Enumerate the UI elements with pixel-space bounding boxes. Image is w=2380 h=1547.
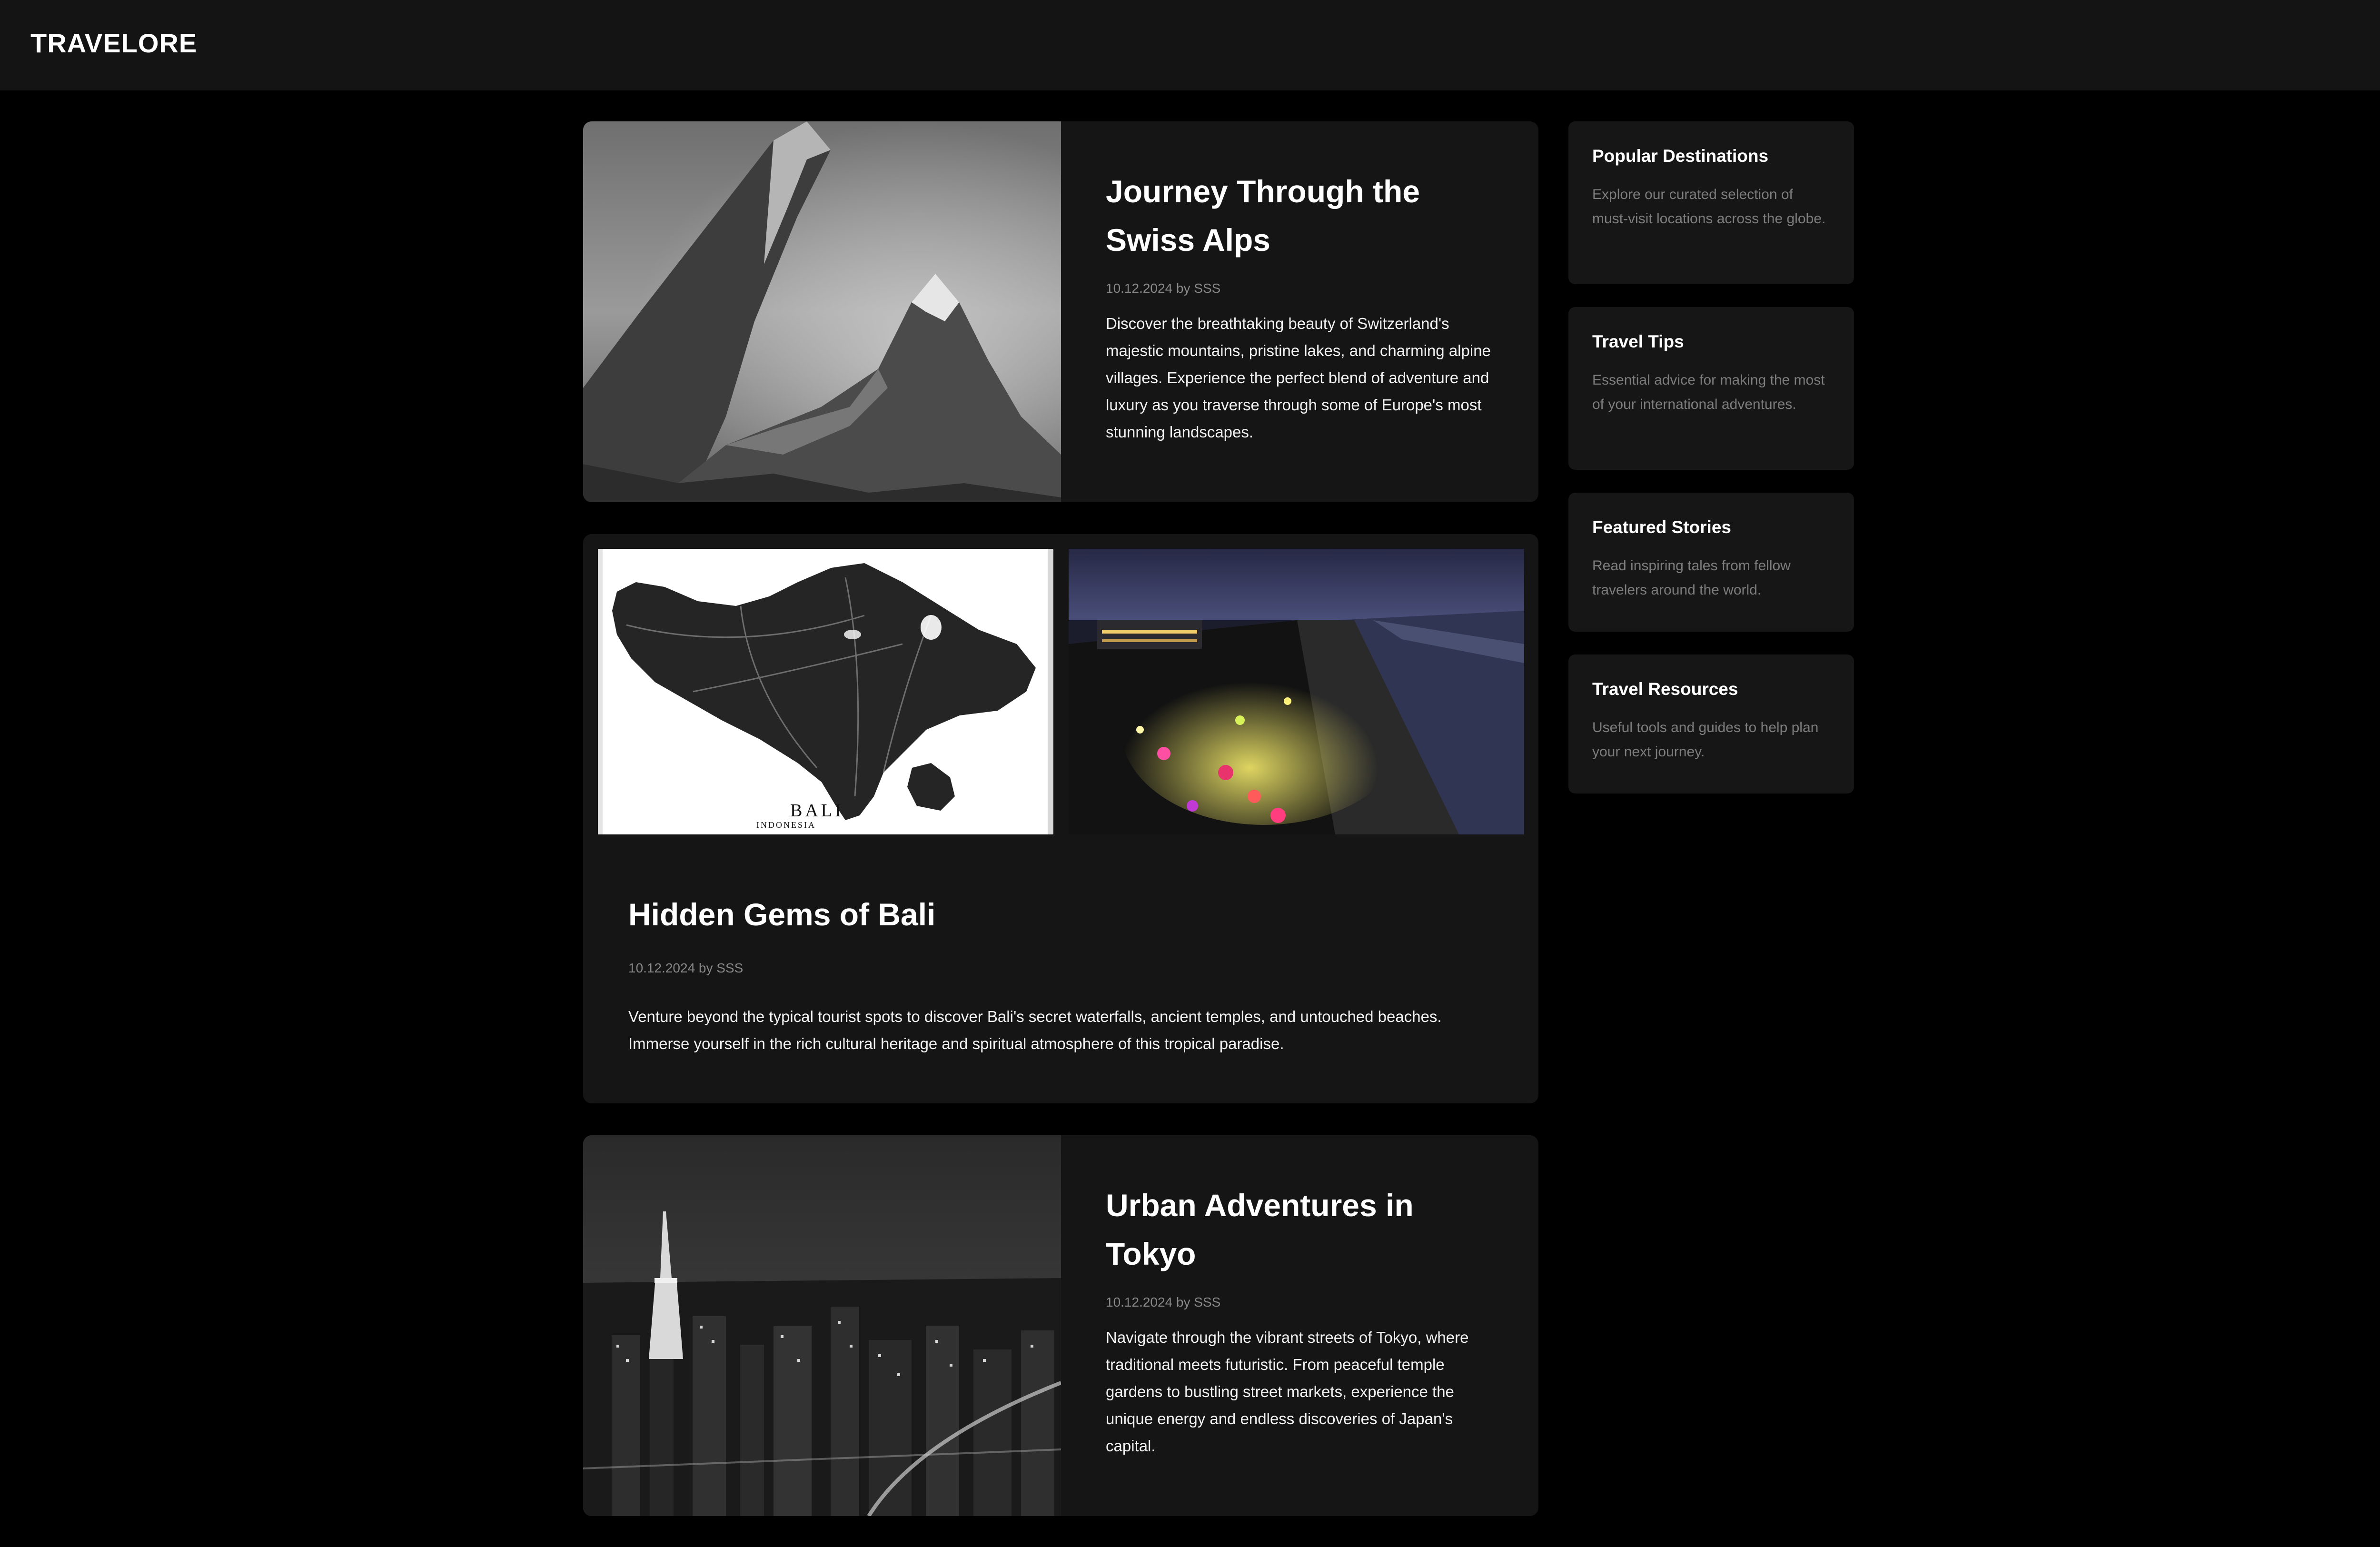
post-title[interactable]: Journey Through the Swiss Alps xyxy=(1106,167,1501,264)
widget-popular-destinations[interactable]: Popular Destinations Explore our curated… xyxy=(1568,121,1854,284)
post-card-bali[interactable]: BALI INDONESIA Hidden Gems of Bali 10.12… xyxy=(583,534,1538,1103)
post-card-tokyo[interactable]: Urban Adventures in Tokyo 10.12.2024 by … xyxy=(583,1135,1538,1516)
post-meta: 10.12.2024 by SSS xyxy=(1106,281,1221,296)
bali-night-beach-photo xyxy=(1069,549,1524,834)
post-excerpt: Venture beyond the typical tourist spots… xyxy=(628,1008,1442,1052)
widget-featured-stories[interactable]: Featured Stories Read inspiring tales fr… xyxy=(1568,493,1854,632)
widget-travel-tips[interactable]: Travel Tips Essential advice for making … xyxy=(1568,307,1854,470)
widget-text: Essential advice for making the most of … xyxy=(1592,372,1825,412)
top-navbar: TRAVELORE xyxy=(0,0,2380,90)
tokyo-skyline-photo xyxy=(583,1135,1061,1516)
widget-title[interactable]: Travel Resources xyxy=(1592,679,1738,699)
post-title[interactable]: Hidden Gems of Bali xyxy=(628,890,1485,939)
swiss-alps-photo xyxy=(583,121,1061,502)
post-meta: 10.12.2024 by SSS xyxy=(1106,1295,1221,1309)
map-caption: BALI xyxy=(790,801,844,821)
widget-title[interactable]: Travel Tips xyxy=(1592,332,1684,352)
widget-travel-resources[interactable]: Travel Resources Useful tools and guides… xyxy=(1568,654,1854,793)
post-title[interactable]: Urban Adventures in Tokyo xyxy=(1106,1181,1501,1278)
post-meta: 10.12.2024 by SSS xyxy=(628,961,744,975)
widget-text: Read inspiring tales from fellow travele… xyxy=(1592,558,1791,598)
widget-text: Useful tools and guides to help plan you… xyxy=(1592,720,1819,760)
post-card-swiss-alps[interactable]: Journey Through the Swiss Alps 10.12.202… xyxy=(583,121,1538,502)
post-excerpt: Discover the breathtaking beauty of Swit… xyxy=(1106,315,1491,441)
bali-map-image: BALI INDONESIA xyxy=(598,549,1053,834)
map-subcaption: INDONESIA xyxy=(756,820,816,830)
widget-text: Explore our curated selection of must-vi… xyxy=(1592,187,1826,227)
post-excerpt: Navigate through the vibrant streets of … xyxy=(1106,1329,1469,1455)
widget-title[interactable]: Popular Destinations xyxy=(1592,146,1768,166)
widget-title[interactable]: Featured Stories xyxy=(1592,517,1731,537)
site-logo[interactable]: TRAVELORE xyxy=(30,28,197,59)
